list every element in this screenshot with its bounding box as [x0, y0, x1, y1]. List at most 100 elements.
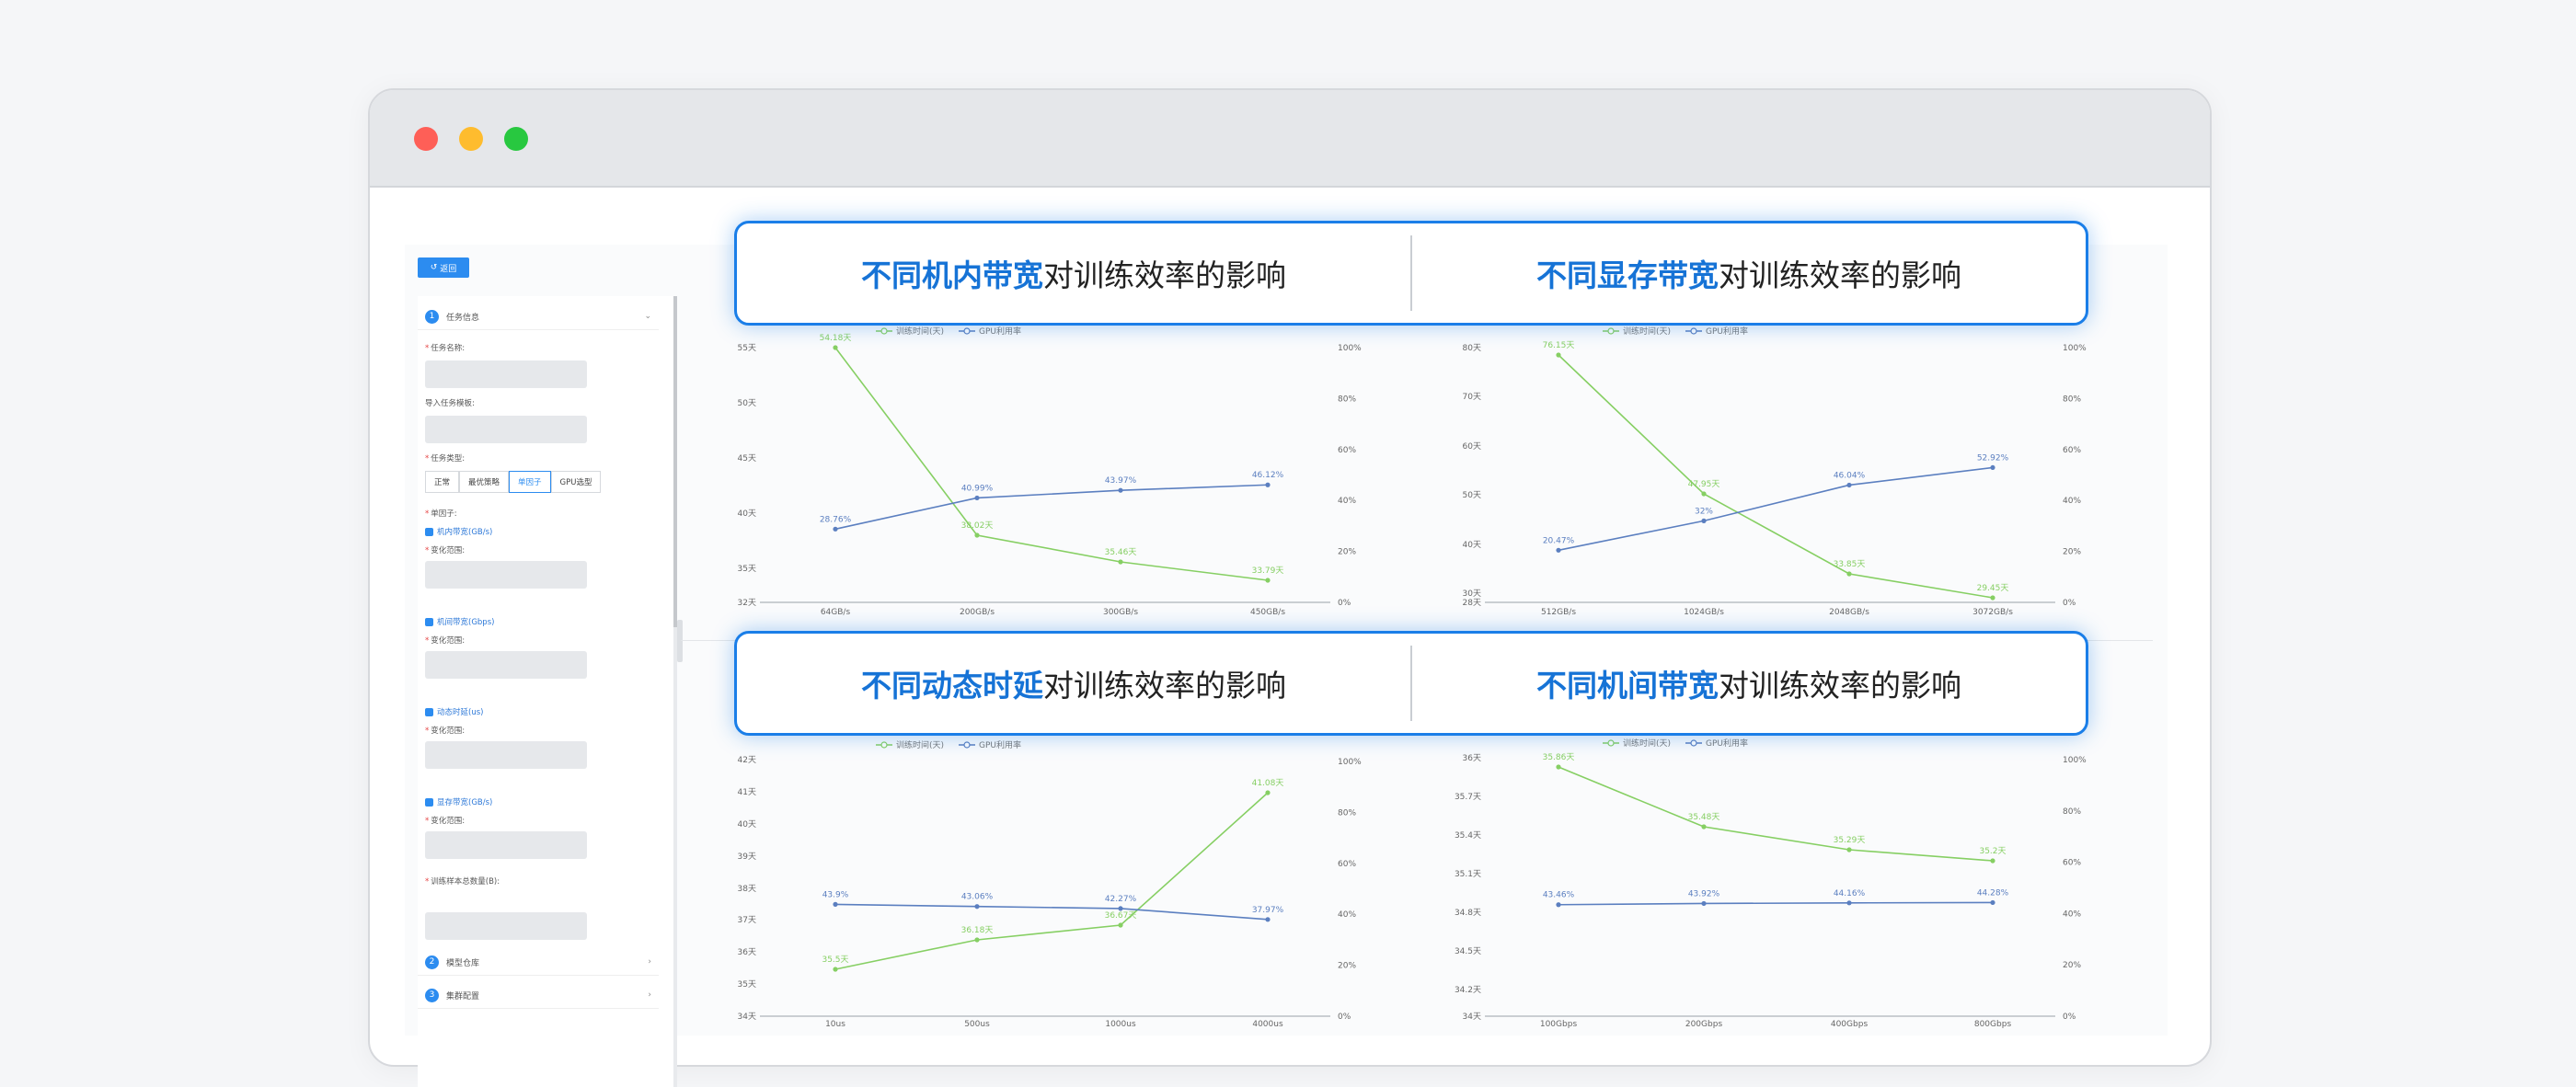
- checkbox-icon: [425, 707, 433, 716]
- factor-intra-bandwidth-checkbox[interactable]: 机内带宽(GB/s): [425, 526, 492, 537]
- y-right-tick-label: 20%: [2063, 548, 2081, 557]
- highlight-banner-bottom: 不同动态时延对训练效率的影响 不同机间带宽对训练效率的影响: [734, 631, 2088, 736]
- chevron-right-icon: ›: [648, 957, 651, 967]
- return-icon: ↺: [430, 263, 438, 272]
- chart-inter-bandwidth: 训练时间(天) GPU利用率 36天 35.7天 35.4天 35.1天 34.8天 34.5…: [1455, 738, 2087, 1029]
- range-label: * 变化范围:: [425, 817, 466, 826]
- y-right-tick-label: 40%: [2063, 910, 2081, 919]
- series-train-time-point: [1846, 847, 1852, 852]
- series-train-time-point: [1265, 578, 1271, 583]
- sidebar-scrollbar-thumb[interactable]: [673, 296, 677, 627]
- series-train-time-point: [833, 967, 838, 972]
- legend-gpu-label: GPU利用率: [979, 326, 1021, 337]
- y-left-tick-label: 32天: [738, 599, 756, 608]
- close-window-button[interactable]: [414, 127, 438, 151]
- factor-dynamic-latency-checkbox[interactable]: 动态时延(us): [425, 706, 483, 717]
- y-right-tick-label: 60%: [1338, 860, 1356, 869]
- series-train-time-line: [1558, 766, 1994, 862]
- back-button-label: 返回: [440, 264, 457, 274]
- checkbox-icon: [425, 617, 433, 626]
- y-left-tick-label: 34.2天: [1455, 986, 1481, 995]
- series-train-time-data-label: 38.02天: [961, 521, 994, 531]
- series-train-time-point: [1846, 571, 1852, 577]
- factor-memory-bandwidth-checkbox[interactable]: 显存带宽(GB/s): [425, 796, 492, 807]
- inter-bandwidth-range-input[interactable]: [425, 651, 587, 679]
- series-gpu-util-line: [834, 903, 1269, 921]
- task-type-normal[interactable]: 正常: [425, 471, 460, 493]
- y-left-tick-label: 39天: [738, 852, 756, 862]
- legend-train-marker: [1607, 327, 1615, 335]
- series-train-time-point: [1556, 764, 1561, 770]
- dynamic-latency-range-input[interactable]: [425, 741, 587, 769]
- task-name-input[interactable]: [425, 360, 587, 388]
- minimize-window-button[interactable]: [459, 127, 483, 151]
- maximize-window-button[interactable]: [504, 127, 528, 151]
- x-tick-label: 800Gbps: [1974, 1020, 2012, 1029]
- y-left-tick-label: 45天: [738, 454, 756, 463]
- y-left-tick-label: 38天: [738, 885, 756, 894]
- section-task-info[interactable]: 1 任务信息 ⌄: [418, 303, 659, 330]
- series-gpu-util-point: [833, 526, 838, 532]
- chart-intra-bandwidth: 训练时间(天) GPU利用率 55天 50天 45天 40天 35天 32天 100% 80% 60…: [738, 326, 1363, 617]
- series-gpu-util-data-label: 43.46%: [1543, 891, 1575, 900]
- intra-bandwidth-range-input[interactable]: [425, 561, 587, 589]
- y-right-tick-label: 0%: [1338, 1013, 1351, 1022]
- series-train-time-line: [834, 347, 1269, 581]
- x-tick-label: 10us: [825, 1020, 845, 1029]
- legend-gpu-label: GPU利用率: [1706, 738, 1748, 749]
- section-title: 任务信息: [446, 313, 480, 323]
- memory-bandwidth-range-input[interactable]: [425, 831, 587, 859]
- task-type-gpu[interactable]: GPU选型: [550, 471, 602, 493]
- series-gpu-util-data-label: 43.97%: [1105, 476, 1137, 486]
- series-train-time-point: [833, 345, 838, 350]
- series-train-time-data-label: 35.86天: [1543, 753, 1575, 762]
- y-left-tick-label: 40天: [738, 820, 756, 830]
- series-gpu-util-data-label: 43.9%: [822, 890, 849, 899]
- y-left-tick-label: 37天: [738, 916, 756, 925]
- series-train-time-point: [1556, 352, 1561, 358]
- y-left-tick-label: 40天: [738, 509, 756, 519]
- section-cluster-config[interactable]: 3 集群配置 ›: [418, 982, 659, 1009]
- y-right-tick-label: 80%: [2063, 807, 2081, 817]
- x-tick-label: 500us: [964, 1020, 990, 1029]
- banner-intra-bandwidth-title: 不同机内带宽对训练效率的影响: [861, 257, 1286, 293]
- sidebar-collapse-handle[interactable]: [677, 620, 683, 662]
- legend-gpu-marker: [1690, 327, 1697, 335]
- legend-train-marker: [880, 741, 888, 749]
- train-samples-input[interactable]: [425, 912, 587, 940]
- series-gpu-util-point: [974, 495, 980, 501]
- y-left-tick-label: 34天: [1463, 1013, 1481, 1022]
- y-right-tick-label: 60%: [2063, 446, 2081, 455]
- series-train-time-point: [1990, 858, 1995, 864]
- series-train-time-data-label: 41.08天: [1252, 779, 1284, 788]
- series-train-time-data-label: 35.48天: [1688, 813, 1720, 822]
- task-config-sidebar: 1 任务信息 ⌄ * 任务名称: 导入任务模板: * 任务类型: 正常 最优策略 单…: [418, 296, 677, 1087]
- series-gpu-util-line: [1558, 901, 1994, 906]
- range-label: * 变化范围:: [425, 636, 466, 646]
- import-template-select[interactable]: [425, 416, 587, 443]
- task-type-optimal[interactable]: 最优策略: [459, 471, 510, 493]
- step-number: 2: [425, 955, 439, 969]
- task-type-segmented: 正常 最优策略 单因子 GPU选型: [425, 471, 602, 493]
- series-gpu-util-point: [1265, 917, 1271, 922]
- factor-inter-bandwidth-checkbox[interactable]: 机间带宽(Gbps): [425, 616, 494, 627]
- back-button[interactable]: ↺ 返回: [418, 257, 469, 278]
- y-right-tick-label: 60%: [1338, 446, 1356, 455]
- y-left-tick-label: 80天: [1463, 344, 1481, 353]
- y-left-tick-label: 28天: [1463, 599, 1481, 608]
- series-gpu-util-point: [974, 904, 980, 910]
- step-number: 3: [425, 988, 439, 1002]
- y-left-tick-label: 36天: [738, 948, 756, 957]
- series-train-time-data-label: 36.67天: [1105, 911, 1137, 921]
- task-type-single-factor[interactable]: 单因子: [509, 471, 551, 493]
- series-gpu-util-line: [1558, 466, 1994, 552]
- range-label: * 变化范围:: [425, 727, 466, 736]
- series-train-time-line: [834, 792, 1269, 970]
- y-right-tick-label: 40%: [1338, 910, 1356, 920]
- series-gpu-util-point: [833, 901, 838, 907]
- range-label: * 变化范围:: [425, 546, 466, 555]
- legend-train-marker: [1607, 739, 1615, 747]
- series-gpu-util-point: [1846, 482, 1852, 488]
- y-left-tick-label: 55天: [738, 344, 756, 353]
- section-model-repo[interactable]: 2 模型仓库 ›: [418, 949, 659, 976]
